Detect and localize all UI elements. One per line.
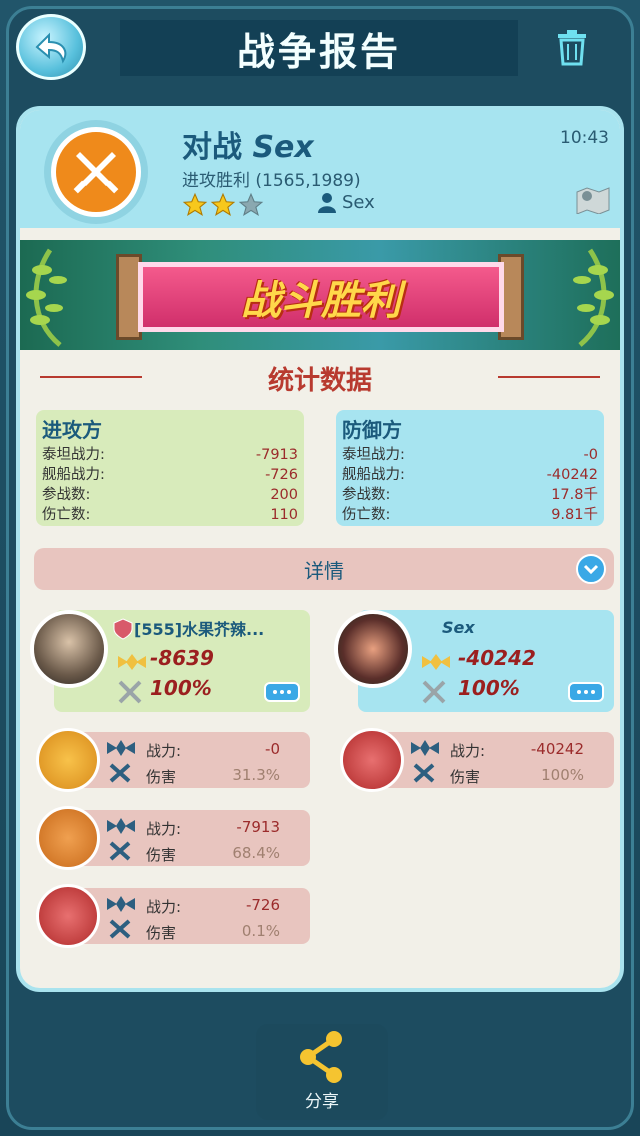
person-icon — [318, 192, 336, 213]
stat-row: 泰坦战力: -7913 — [42, 447, 298, 463]
war-report-screen: 战争报告 对战 Sex 10:43 进攻胜利 (1565,1989) Sex 战… — [0, 0, 640, 1136]
defender-player: Sex — [318, 192, 375, 213]
damage-swords-icon — [109, 919, 131, 939]
opponent-name: Sex — [252, 130, 314, 165]
victory-ribbon: 战斗胜利 — [138, 262, 504, 332]
details-label: 详情 — [304, 558, 344, 583]
power-label: 战力: — [146, 820, 182, 838]
laurel-right-icon — [573, 248, 614, 347]
attacker-more-button[interactable] — [264, 682, 300, 702]
attacker-score: -8639 — [150, 646, 214, 670]
defender-name: Sex — [442, 618, 475, 637]
power-wings-icon — [107, 818, 135, 834]
delete-button[interactable] — [556, 28, 588, 68]
laurel-left-icon — [26, 248, 67, 347]
damage-swords-icon — [109, 841, 131, 861]
damage-value: 68.4% — [232, 844, 280, 862]
player-name: Sex — [342, 192, 375, 213]
report-panel: 对战 Sex 10:43 进攻胜利 (1565,1989) Sex 战斗胜利 统… — [16, 106, 624, 992]
damage-label: 伤害 — [146, 924, 177, 942]
power-value: -0 — [265, 740, 280, 758]
stat-row: 伤亡数: 110 — [42, 507, 298, 523]
power-wings-icon — [411, 740, 439, 756]
versus-title: 对战 Sex — [182, 122, 314, 166]
defender-more-button[interactable] — [568, 682, 604, 702]
damage-label: 伤害 — [146, 846, 177, 864]
titan-unit-icon[interactable] — [36, 806, 100, 870]
title-bar: 战争报告 — [120, 20, 518, 76]
ship-unit-icon[interactable] — [36, 884, 100, 948]
power-wings-icon — [107, 896, 135, 912]
attacker-stats: 进攻方 泰坦战力: -7913 舰船战力: -726 参战数: 200 伤亡数: 110 — [36, 410, 304, 526]
defender-stats: 防御方 泰坦战力: -0 舰船战力: -40242 参战数: 17.8千 伤亡数: 9.… — [336, 410, 604, 526]
chevron-down-icon — [583, 564, 599, 575]
map-icon — [576, 187, 610, 215]
share-button[interactable]: 分享 — [256, 1024, 388, 1120]
power-value: -726 — [245, 896, 280, 914]
victory-text: 战斗胜利 — [241, 278, 401, 324]
back-button[interactable] — [16, 14, 86, 80]
vs-prefix: 对战 — [182, 130, 242, 165]
expand-button[interactable] — [576, 554, 606, 584]
details-toggle[interactable]: 详情 — [34, 548, 614, 590]
stats-title: 统计数据 — [267, 366, 372, 396]
victory-banner: 战斗胜利 — [20, 240, 620, 350]
damage-value: 0.1% — [241, 922, 280, 940]
back-arrow-icon — [35, 32, 67, 64]
report-time: 10:43 — [560, 128, 609, 148]
damage-label: 伤害 — [450, 768, 481, 786]
stat-row: 舰船战力: -40242 — [342, 467, 598, 483]
share-icon — [300, 1031, 342, 1083]
power-value: -40242 — [530, 740, 584, 758]
attacker-name: [555]水果芥辣... — [134, 620, 265, 639]
star-empty-icon — [238, 192, 264, 216]
stat-row: 参战数: 200 — [42, 487, 298, 503]
stat-row: 参战数: 17.8千 — [342, 487, 598, 503]
rank-wings-icon — [118, 654, 146, 670]
ship-unit-icon[interactable] — [340, 728, 404, 792]
damage-value: 100% — [541, 766, 584, 784]
defender-label: 防御方 — [342, 418, 402, 442]
stat-row: 泰坦战力: -0 — [342, 447, 598, 463]
star-rating — [182, 192, 264, 218]
star-filled-icon — [182, 192, 208, 216]
power-value: -7913 — [236, 818, 280, 836]
power-label: 战力: — [146, 898, 182, 916]
crossed-swords-icon — [73, 152, 119, 194]
defender-score: -40242 — [458, 646, 536, 670]
power-label: 战力: — [146, 742, 182, 760]
titan-unit-icon[interactable] — [36, 728, 100, 792]
damage-swords-icon — [413, 763, 435, 783]
defender-avatar[interactable] — [334, 610, 412, 688]
rank-wings-icon — [422, 654, 450, 670]
power-wings-icon — [107, 740, 135, 756]
stat-row: 舰船战力: -726 — [42, 467, 298, 483]
report-header: 对战 Sex 10:43 进攻胜利 (1565,1989) Sex — [20, 110, 620, 228]
power-label: 战力: — [450, 742, 486, 760]
attacker-label: 进攻方 — [42, 418, 102, 442]
damage-label: 伤害 — [146, 768, 177, 786]
shield-icon — [113, 618, 133, 640]
page-title: 战争报告 — [236, 29, 401, 74]
battle-result: 进攻胜利 (1565,1989) — [182, 171, 361, 191]
share-label: 分享 — [305, 1092, 339, 1112]
damage-value: 31.3% — [232, 766, 280, 784]
stat-row: 伤亡数: 9.81千 — [342, 507, 598, 523]
swords-icon — [118, 680, 142, 704]
star-filled-icon — [210, 192, 236, 216]
battle-medal — [44, 120, 148, 224]
swords-icon — [422, 680, 446, 704]
location-map-button[interactable] — [576, 186, 610, 215]
attacker-avatar[interactable] — [30, 610, 108, 688]
trash-icon — [558, 30, 586, 66]
defender-percent: 100% — [458, 676, 520, 700]
attacker-percent: 100% — [150, 676, 212, 700]
damage-swords-icon — [109, 763, 131, 783]
